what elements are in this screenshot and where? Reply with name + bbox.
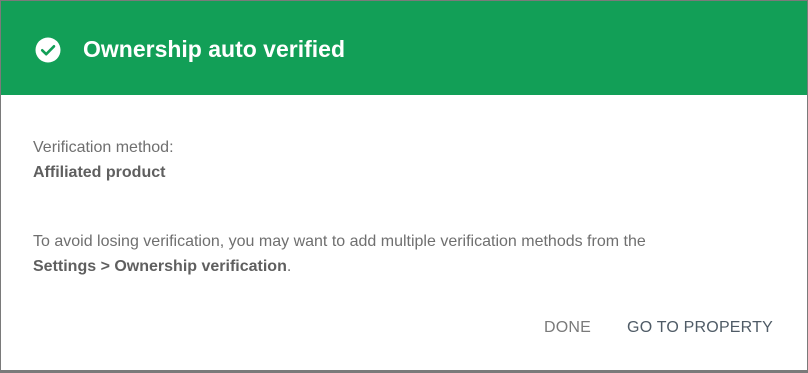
note-suffix: . [286, 258, 292, 275]
dialog-actions: DONE GO TO PROPERTY [544, 317, 773, 339]
verification-method-label: Verification method: [33, 139, 174, 156]
note-text: To avoid losing verification, you may wa… [33, 233, 646, 250]
dialog-title: Ownership auto verified [83, 36, 345, 62]
check-circle-icon [35, 37, 61, 63]
verification-note: To avoid losing verification, you may wa… [33, 229, 753, 279]
go-to-property-button[interactable]: GO TO PROPERTY [627, 317, 773, 339]
settings-path: Settings > Ownership verification [33, 258, 287, 275]
dialog-header: Ownership auto verified [1, 1, 807, 95]
done-button[interactable]: DONE [544, 317, 591, 339]
ownership-dialog: Ownership auto verified Verification met… [1, 1, 807, 370]
verification-method-value: Affiliated product [33, 164, 166, 181]
